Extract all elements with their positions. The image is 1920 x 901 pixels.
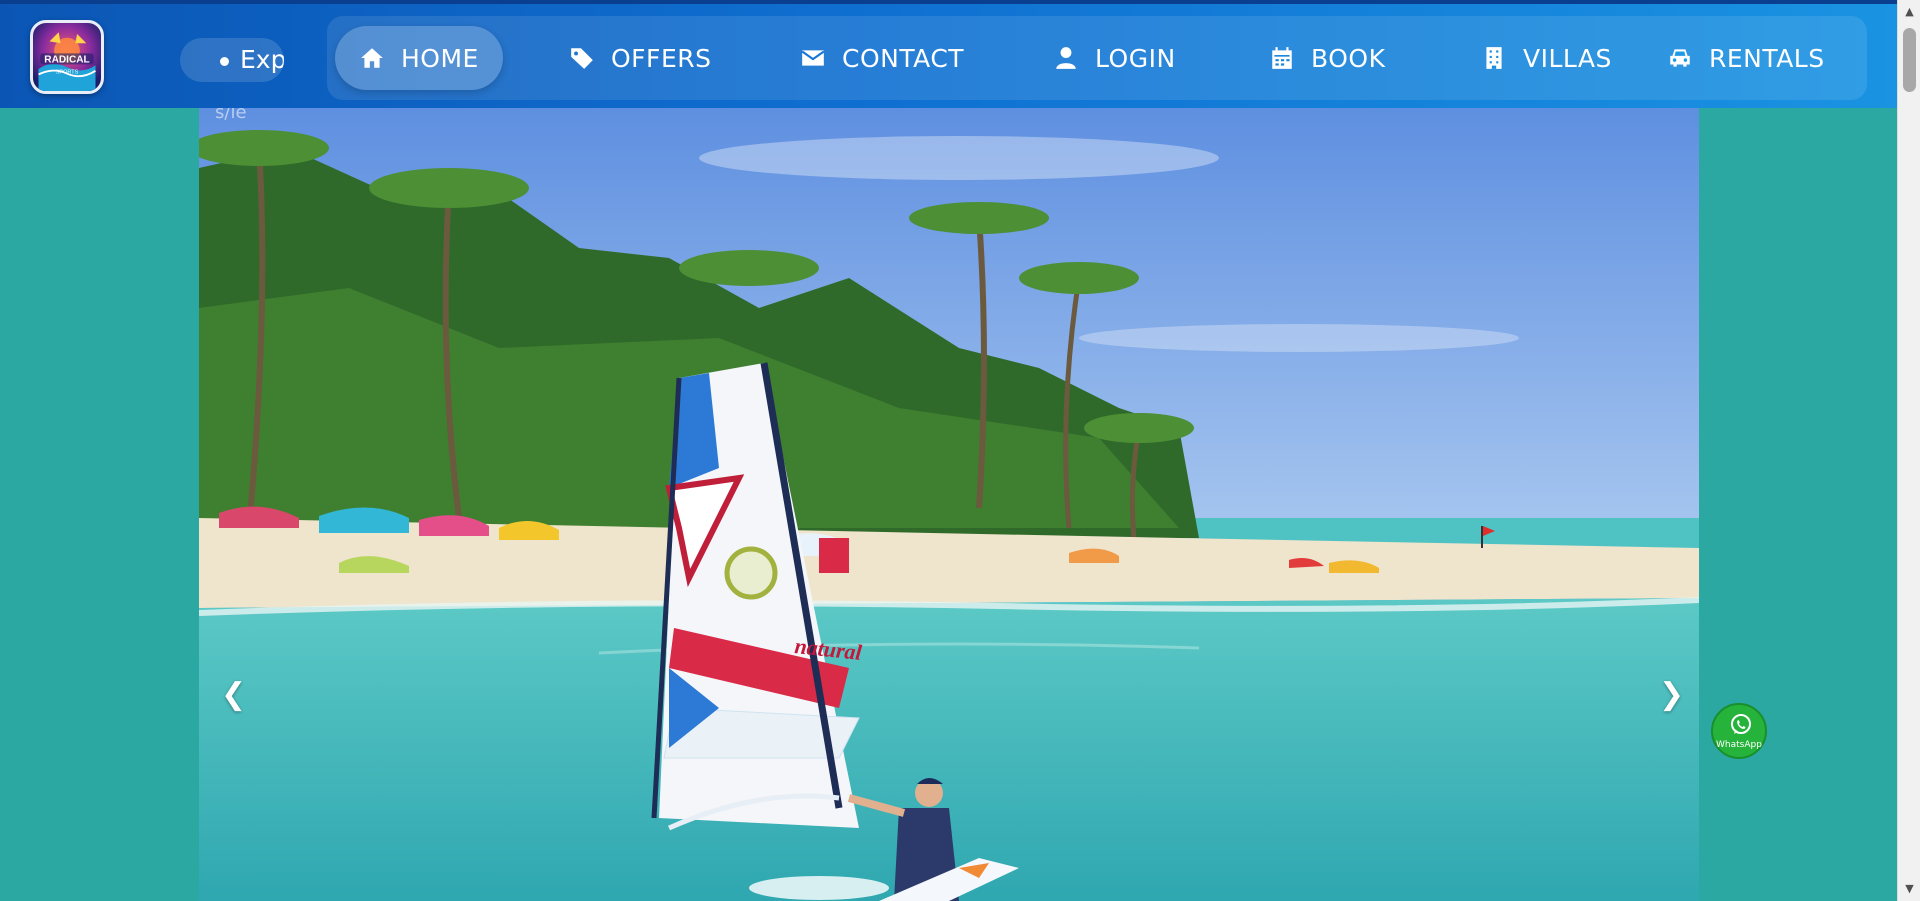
nav-home[interactable]: HOME <box>335 26 503 90</box>
nav-rentals[interactable]: RENTALS <box>1643 26 1849 90</box>
nav-contact[interactable]: CONTACT <box>776 26 988 90</box>
car-icon <box>1670 49 1690 67</box>
carousel-prev-button[interactable]: ❮ <box>221 680 246 710</box>
hero-caption-fragment: s/le <box>215 108 247 123</box>
ticker-bullet <box>220 57 229 66</box>
nav-offers-label: OFFERS <box>611 43 712 73</box>
whatsapp-icon <box>1731 714 1751 734</box>
ticker-pill: Exp <box>180 38 284 82</box>
carousel-next-button[interactable]: ❯ <box>1659 680 1684 710</box>
ticker-text: Exp <box>240 45 284 74</box>
scroll-thumb[interactable] <box>1903 28 1916 92</box>
calendar-icon <box>1272 47 1292 69</box>
nav-login-label: LOGIN <box>1095 43 1176 73</box>
logo-graphic: RADICAL SPORTS <box>38 32 96 91</box>
home-icon <box>361 48 383 68</box>
main-nav: HOME OFFERS CONTACT LOGIN BOOK VILLAS RE… <box>327 16 1867 100</box>
nav-home-label: HOME <box>401 43 479 73</box>
whatsapp-label: WhatsApp <box>1716 740 1762 750</box>
scroll-up-arrow[interactable]: ▲ <box>1898 2 1920 22</box>
tag-icon <box>571 48 593 69</box>
radical-sports-logo[interactable]: RADICAL SPORTS <box>30 20 104 94</box>
building-icon <box>1486 47 1502 69</box>
nav-villas[interactable]: VILLAS <box>1457 26 1636 90</box>
nav-book-label: BOOK <box>1311 43 1386 73</box>
page-scrollbar[interactable]: ▲ ▼ <box>1897 0 1920 901</box>
scroll-down-arrow[interactable]: ▼ <box>1898 879 1920 899</box>
nav-login[interactable]: LOGIN <box>1029 26 1200 90</box>
envelope-icon <box>801 50 825 66</box>
whatsapp-button[interactable]: WhatsApp <box>1711 703 1767 759</box>
user-icon <box>1056 47 1076 69</box>
nav-villas-label: VILLAS <box>1523 43 1612 73</box>
nav-rentals-label: RENTALS <box>1709 43 1825 73</box>
site-header: RADICAL SPORTS Exp HOME OFFERS CONTACT L… <box>0 0 1897 108</box>
nav-offers[interactable]: OFFERS <box>545 26 735 90</box>
hero-carousel: natural s/le ❮ ❯ <box>199 108 1699 901</box>
nav-book[interactable]: BOOK <box>1245 26 1409 90</box>
nav-contact-label: CONTACT <box>842 43 965 73</box>
svg-text:RADICAL: RADICAL <box>44 55 89 66</box>
windsurfing-beach-photo: natural <box>199 108 1699 901</box>
svg-text:SPORTS: SPORTS <box>56 70 79 76</box>
